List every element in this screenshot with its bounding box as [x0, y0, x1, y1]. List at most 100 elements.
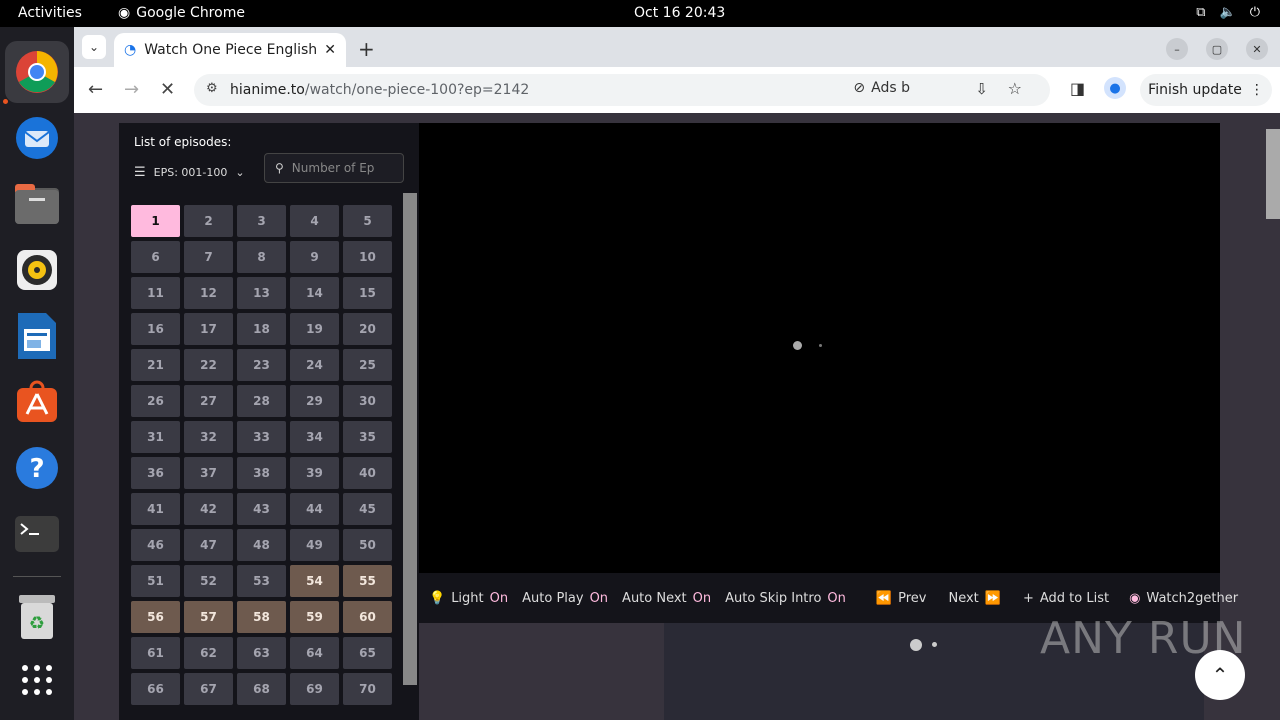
episode-button[interactable]: 67: [184, 673, 233, 705]
stop-loading-button[interactable]: ✕: [160, 79, 175, 100]
clock[interactable]: Oct 16 20:43: [634, 5, 725, 21]
episode-button[interactable]: 49: [290, 529, 339, 561]
episode-button[interactable]: 33: [237, 421, 286, 453]
episode-button[interactable]: 16: [131, 313, 180, 345]
side-panel-icon[interactable]: ◨: [1070, 79, 1085, 98]
light-toggle[interactable]: 💡 Light On: [429, 591, 508, 606]
finish-update-button[interactable]: Finish update ⋮: [1140, 74, 1272, 106]
episode-button[interactable]: 1: [131, 205, 180, 237]
chrome-icon[interactable]: [13, 48, 61, 96]
episode-button[interactable]: 69: [290, 673, 339, 705]
scroll-to-top-button[interactable]: ⌃: [1195, 650, 1245, 700]
episode-button[interactable]: 13: [237, 277, 286, 309]
install-app-icon[interactable]: ⇩: [975, 80, 988, 98]
episode-button[interactable]: 6: [131, 241, 180, 273]
episode-button[interactable]: 64: [290, 637, 339, 669]
episode-button[interactable]: 7: [184, 241, 233, 273]
episode-button[interactable]: 60: [343, 601, 392, 633]
system-tray[interactable]: ⧉ 🔈 ⏻: [1196, 5, 1260, 20]
episode-button[interactable]: 27: [184, 385, 233, 417]
activities-button[interactable]: Activities: [18, 5, 82, 21]
writer-icon[interactable]: [13, 312, 61, 360]
add-to-list-button[interactable]: + Add to List: [1023, 591, 1109, 606]
rhythmbox-icon[interactable]: [13, 246, 61, 294]
prev-episode-button[interactable]: ⏪ Prev: [876, 591, 927, 606]
episode-button[interactable]: 20: [343, 313, 392, 345]
episode-button[interactable]: 51: [131, 565, 180, 597]
help-icon[interactable]: ?: [13, 444, 61, 492]
profile-avatar[interactable]: ●: [1104, 77, 1126, 99]
episode-button[interactable]: 28: [237, 385, 286, 417]
episode-button[interactable]: 18: [237, 313, 286, 345]
episode-button[interactable]: 19: [290, 313, 339, 345]
episode-button[interactable]: 55: [343, 565, 392, 597]
episode-button[interactable]: 35: [343, 421, 392, 453]
episode-button[interactable]: 14: [290, 277, 339, 309]
thunderbird-icon[interactable]: [13, 114, 61, 162]
episode-button[interactable]: 3: [237, 205, 286, 237]
episode-button[interactable]: 37: [184, 457, 233, 489]
episode-button[interactable]: 17: [184, 313, 233, 345]
episode-button[interactable]: 32: [184, 421, 233, 453]
video-player[interactable]: [419, 123, 1220, 573]
episode-button[interactable]: 41: [131, 493, 180, 525]
episode-button[interactable]: 54: [290, 565, 339, 597]
episode-search-input[interactable]: ⚲ Number of Ep: [264, 153, 404, 183]
autoskip-toggle[interactable]: Auto Skip Intro On: [725, 591, 846, 606]
app-center-icon[interactable]: [13, 378, 61, 426]
episode-button[interactable]: 23: [237, 349, 286, 381]
episode-button[interactable]: 59: [290, 601, 339, 633]
episode-button[interactable]: 29: [290, 385, 339, 417]
episode-button[interactable]: 25: [343, 349, 392, 381]
episode-button[interactable]: 5: [343, 205, 392, 237]
close-window-button[interactable]: ✕: [1246, 38, 1268, 60]
maximize-button[interactable]: ▢: [1206, 38, 1228, 60]
trash-icon[interactable]: ♻: [13, 593, 61, 641]
episode-button[interactable]: 39: [290, 457, 339, 489]
episode-button[interactable]: 9: [290, 241, 339, 273]
forward-button[interactable]: →: [124, 79, 139, 100]
episode-button[interactable]: 38: [237, 457, 286, 489]
episode-range-select[interactable]: ☰ EPS: 001-100 ⌄: [134, 165, 245, 180]
episode-button[interactable]: 47: [184, 529, 233, 561]
episode-button[interactable]: 61: [131, 637, 180, 669]
tab-search-button[interactable]: ⌄: [82, 35, 106, 59]
episode-button[interactable]: 43: [237, 493, 286, 525]
episode-button[interactable]: 12: [184, 277, 233, 309]
episode-button[interactable]: 42: [184, 493, 233, 525]
episode-button[interactable]: 10: [343, 241, 392, 273]
autoplay-toggle[interactable]: Auto Play On: [522, 591, 608, 606]
episode-button[interactable]: 57: [184, 601, 233, 633]
tab-close-icon[interactable]: ✕: [324, 42, 336, 58]
app-grid-icon[interactable]: [13, 656, 61, 704]
episode-button[interactable]: 68: [237, 673, 286, 705]
episode-button[interactable]: 26: [131, 385, 180, 417]
page-scrollbar[interactable]: [1266, 129, 1280, 219]
episode-button[interactable]: 31: [131, 421, 180, 453]
episode-button[interactable]: 34: [290, 421, 339, 453]
bookmark-star-icon[interactable]: ☆: [1008, 79, 1022, 98]
next-episode-button[interactable]: Next ⏩: [948, 591, 1000, 606]
episode-button[interactable]: 65: [343, 637, 392, 669]
episode-button[interactable]: 22: [184, 349, 233, 381]
episode-button[interactable]: 24: [290, 349, 339, 381]
episode-list-scrollbar[interactable]: [403, 193, 417, 685]
episode-button[interactable]: 44: [290, 493, 339, 525]
episode-button[interactable]: 62: [184, 637, 233, 669]
new-tab-button[interactable]: +: [358, 37, 375, 61]
address-bar[interactable]: ⚙ hianime.to/watch/one-piece-100?ep=2142…: [194, 74, 1050, 106]
minimize-button[interactable]: –: [1166, 38, 1188, 60]
episode-button[interactable]: 46: [131, 529, 180, 561]
browser-tab[interactable]: ◔ Watch One Piece English ✕: [114, 33, 346, 67]
episode-button[interactable]: 52: [184, 565, 233, 597]
episode-button[interactable]: 4: [290, 205, 339, 237]
episode-button[interactable]: 70: [343, 673, 392, 705]
episode-button[interactable]: 48: [237, 529, 286, 561]
episode-button[interactable]: 66: [131, 673, 180, 705]
terminal-icon[interactable]: [13, 510, 61, 558]
episode-button[interactable]: 15: [343, 277, 392, 309]
episode-button[interactable]: 30: [343, 385, 392, 417]
episode-button[interactable]: 58: [237, 601, 286, 633]
episode-button[interactable]: 53: [237, 565, 286, 597]
autonext-toggle[interactable]: Auto Next On: [622, 591, 711, 606]
